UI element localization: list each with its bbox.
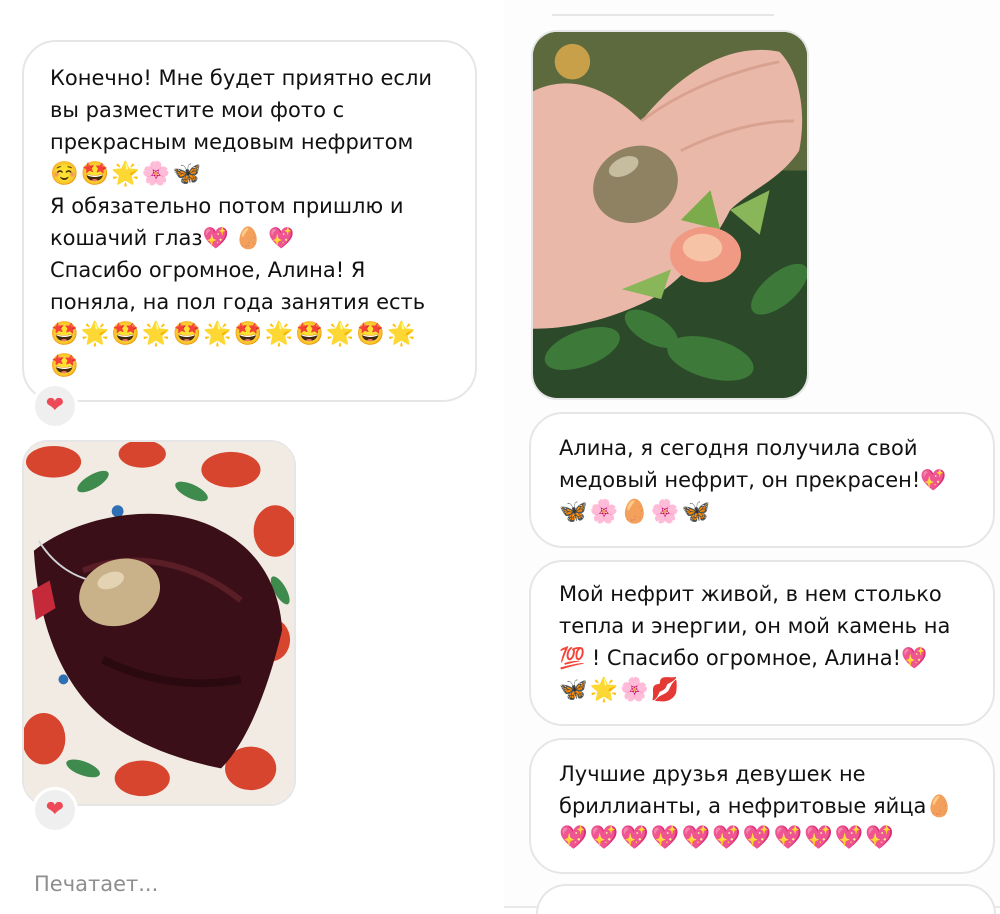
emoji-row: 🤩 <box>50 353 81 379</box>
incoming-message-bubble: Лучшие друзья девушек не бриллианты, а н… <box>529 738 995 874</box>
message-line: поняла, на пол года занятия есть <box>50 290 426 314</box>
pouch-image <box>24 442 294 804</box>
emoji-row: ☺️🤩🌟🌸🦋 <box>50 161 204 187</box>
message-line: прекрасным медовым нефритом <box>50 130 414 154</box>
message-line: тепла и энергии, он мой камень на <box>559 614 951 638</box>
heart-reaction[interactable]: ❤ <box>32 787 78 833</box>
typing-indicator: Печатает... <box>34 872 159 896</box>
message-line: Мой нефрит живой, в нем столько <box>559 582 942 606</box>
incoming-message-bubble: Алина, я сегодня получила свой медовый н… <box>529 412 995 548</box>
message-line: 💯 ! Спасибо огромное, Алина!💖 <box>559 646 928 670</box>
message-line: Конечно! Мне будет приятно если <box>50 66 433 90</box>
emoji-row: 🦋🌸🥚🌸🦋 <box>559 499 713 525</box>
emoji-row: 💖💖💖💖💖💖💖💖💖💖💖 <box>559 825 897 851</box>
message-line: вы разместите мои фото с <box>50 98 345 122</box>
heart-icon: ❤ <box>45 393 65 418</box>
incoming-message-bubble: Мой нефрит живой, в нем столько тепла и … <box>529 560 995 726</box>
message-line: бриллианты, а нефритовые яйца🥚 <box>559 794 953 818</box>
message-line: Я обязательно потом пришлю и <box>50 194 404 218</box>
photo-hand-jade-rose[interactable] <box>531 30 809 400</box>
incoming-message-bubble: Конечно! Мне будет приятно если вы разме… <box>22 40 477 402</box>
top-divider <box>552 14 774 22</box>
partial-message-bubble <box>536 884 996 914</box>
hand-image <box>533 32 807 398</box>
message-line: кошачий глаз💖 🥚 💖 <box>50 226 295 250</box>
message-line: медовый нефрит, он прекрасен!💖 <box>559 468 947 492</box>
heart-reaction[interactable]: ❤ <box>32 383 78 429</box>
message-line: Спасибо огромное, Алина! Я <box>50 258 366 282</box>
heart-icon: ❤ <box>45 797 65 822</box>
photo-jade-egg-pouch[interactable] <box>22 440 296 806</box>
emoji-row: 🦋🌟🌸💋 <box>559 677 682 703</box>
emoji-row: 🤩🌟🤩🌟🤩🌟🤩🌟🤩🌟🤩🌟 <box>50 321 418 347</box>
message-line: Алина, я сегодня получила свой <box>559 436 918 460</box>
message-line: Лучшие друзья девушек не <box>559 762 866 786</box>
